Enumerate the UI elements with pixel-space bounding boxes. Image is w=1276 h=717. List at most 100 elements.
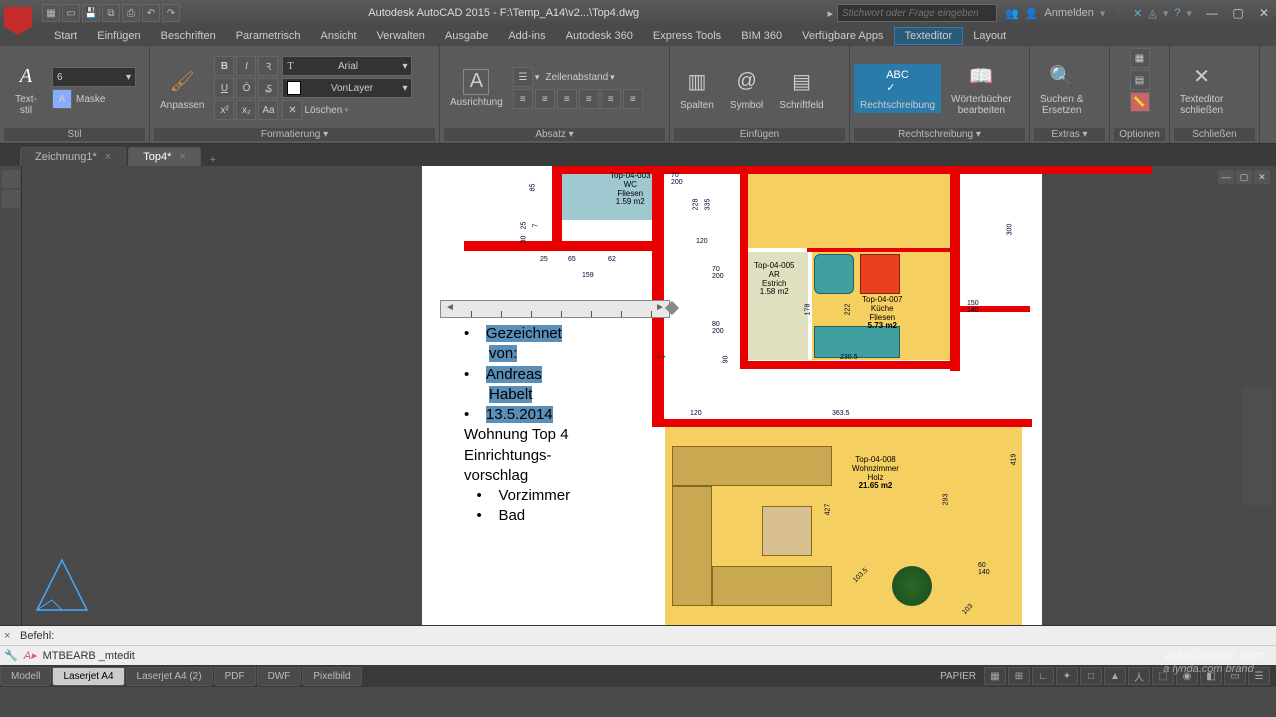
close-editor-button[interactable]: ✕ Texteditor schließen: [1174, 58, 1229, 118]
tab-parametrisch[interactable]: Parametrisch: [226, 28, 311, 44]
underline-button[interactable]: U: [214, 78, 234, 98]
suchen-button[interactable]: 🔍 Suchen & Ersetzen: [1034, 58, 1089, 118]
wrench-icon[interactable]: 🔧: [4, 649, 18, 662]
align-justify-button[interactable]: ≡: [579, 89, 599, 109]
tab-ansicht[interactable]: Ansicht: [311, 28, 367, 44]
status-polar-icon[interactable]: ✦: [1056, 667, 1078, 685]
layout-tab-laserjet2[interactable]: Laserjet A4 (2): [126, 667, 213, 686]
maximize-button[interactable]: ▢: [1226, 4, 1250, 22]
status-osnap-icon[interactable]: □: [1080, 667, 1102, 685]
subscript-button[interactable]: x₂: [236, 100, 256, 120]
layout-tool1-icon[interactable]: [2, 170, 20, 188]
text-height-dropdown[interactable]: 6: [52, 67, 136, 87]
tab-bim360[interactable]: BIM 360: [731, 28, 792, 44]
status-snap-icon[interactable]: ⊞: [1008, 667, 1030, 685]
cmd-close-icon[interactable]: ×: [4, 630, 20, 642]
clear-label[interactable]: Löschen: [304, 105, 342, 116]
doc-tab-zeichnung1[interactable]: Zeichnung1*×: [20, 147, 126, 166]
superscript-button[interactable]: x²: [214, 100, 234, 120]
tab-addins[interactable]: Add-ins: [498, 28, 555, 44]
exchange-icon[interactable]: 👥: [1005, 7, 1019, 20]
a360-icon[interactable]: ◬: [1148, 7, 1156, 20]
qat-new-icon[interactable]: ▦: [42, 4, 60, 22]
strike-button[interactable]: ₷: [258, 78, 278, 98]
mtext-ruler[interactable]: [440, 300, 670, 318]
doc-close-button[interactable]: ✕: [1254, 170, 1270, 184]
option2-button[interactable]: ▤: [1130, 70, 1150, 90]
layout-tab-dwf[interactable]: DWF: [257, 667, 302, 686]
layout-tab-modell[interactable]: Modell: [0, 667, 51, 686]
case-button[interactable]: Aa: [258, 100, 278, 120]
option1-button[interactable]: ▦: [1130, 48, 1150, 68]
drawing-canvas[interactable]: — ▢ ✕: [22, 166, 1276, 625]
tab-expresstools[interactable]: Express Tools: [643, 28, 731, 44]
user-icon[interactable]: 👤: [1025, 7, 1039, 20]
align-center-button[interactable]: ≡: [535, 89, 555, 109]
close-tab-icon[interactable]: ×: [179, 151, 185, 163]
linespacing-label[interactable]: Zeilenabstand: [545, 72, 608, 83]
layout-tab-pixelbild[interactable]: Pixelbild: [302, 667, 361, 686]
status-scale-icon[interactable]: ▲: [1104, 667, 1126, 685]
minimize-button[interactable]: —: [1200, 4, 1224, 22]
tab-layout[interactable]: Layout: [963, 28, 1016, 44]
command-input[interactable]: MTBEARB _mtedit: [43, 650, 135, 662]
doc-minimize-button[interactable]: —: [1218, 170, 1234, 184]
status-anno-icon[interactable]: 人: [1128, 667, 1150, 685]
qat-open-icon[interactable]: ▭: [62, 4, 80, 22]
bold-button[interactable]: B: [214, 56, 234, 76]
layer-color-dropdown[interactable]: VonLayer: [282, 78, 412, 98]
ruler-grip-icon[interactable]: [665, 301, 679, 315]
woerterbuecher-button[interactable]: 📖 Wörterbücher bearbeiten: [945, 58, 1018, 118]
tab-verwalten[interactable]: Verwalten: [367, 28, 435, 44]
align-left-button[interactable]: ≡: [513, 89, 533, 109]
option3-button[interactable]: 📏: [1130, 92, 1150, 112]
layout-tool2-icon[interactable]: [2, 190, 20, 208]
align-dist-button[interactable]: ≡: [601, 89, 621, 109]
layout-tab-pdf[interactable]: PDF: [214, 667, 256, 686]
status-ortho-icon[interactable]: ∟: [1032, 667, 1054, 685]
font-dropdown[interactable]: TArial: [282, 56, 412, 76]
symbol-button[interactable]: @ Symbol: [724, 64, 769, 113]
qat-saveas-icon[interactable]: ⧉: [102, 4, 120, 22]
layout-tab-laserjet[interactable]: Laserjet A4: [52, 667, 124, 686]
signin-link[interactable]: Anmelden: [1044, 7, 1094, 19]
align-right-button[interactable]: ≡: [557, 89, 577, 109]
textstil-button[interactable]: A Text- stil: [4, 58, 48, 118]
spalten-button[interactable]: ▥ Spalten: [674, 64, 720, 113]
clear-icon[interactable]: ✕: [282, 100, 302, 120]
anpassen-button[interactable]: 🖌 Anpassen: [154, 64, 210, 113]
tab-start[interactable]: Start: [44, 28, 87, 44]
status-grid-icon[interactable]: ▦: [984, 667, 1006, 685]
paper-label[interactable]: PAPIER: [934, 671, 982, 682]
align-opt-button[interactable]: ≡: [623, 89, 643, 109]
navigation-bar[interactable]: [1242, 386, 1272, 506]
close-button[interactable]: ✕: [1252, 4, 1276, 22]
mtext-editor[interactable]: • Gezeichnet von: • Andreas Habelt • 13.…: [464, 324, 664, 527]
mask-icon[interactable]: A: [52, 89, 72, 109]
tab-texteditor[interactable]: Texteditor: [894, 27, 964, 45]
help-icon[interactable]: ?: [1174, 7, 1180, 19]
font-icon[interactable]: Ꝛ: [258, 56, 278, 76]
tab-autodesk360[interactable]: Autodesk 360: [556, 28, 643, 44]
schriftfeld-button[interactable]: ▤ Schriftfeld: [773, 64, 829, 113]
rechtschreibung-button[interactable]: ABC✓ Rechtschreibung: [854, 64, 941, 113]
italic-button[interactable]: I: [236, 56, 256, 76]
qat-undo-icon[interactable]: ↶: [142, 4, 160, 22]
close-tab-icon[interactable]: ×: [105, 151, 111, 163]
tab-einfuegen[interactable]: Einfügen: [87, 28, 150, 44]
doc-tab-top4[interactable]: Top4*×: [128, 147, 201, 166]
bullets-button[interactable]: ☰: [513, 67, 533, 87]
qat-print-icon[interactable]: ⎙: [122, 4, 140, 22]
tab-apps[interactable]: Verfügbare Apps: [792, 28, 893, 44]
tab-beschriften[interactable]: Beschriften: [151, 28, 226, 44]
dim: 70200: [671, 172, 683, 186]
overline-button[interactable]: Ō: [236, 78, 256, 98]
tab-ausgabe[interactable]: Ausgabe: [435, 28, 498, 44]
exchange-apps-icon[interactable]: ✕: [1133, 7, 1142, 20]
qat-save-icon[interactable]: 💾: [82, 4, 100, 22]
doc-restore-button[interactable]: ▢: [1236, 170, 1252, 184]
ausrichtung-button[interactable]: A Ausrichtung: [444, 67, 509, 110]
add-tab-button[interactable]: +: [203, 154, 223, 166]
qat-redo-icon[interactable]: ↷: [162, 4, 180, 22]
help-search-input[interactable]: [837, 4, 997, 22]
